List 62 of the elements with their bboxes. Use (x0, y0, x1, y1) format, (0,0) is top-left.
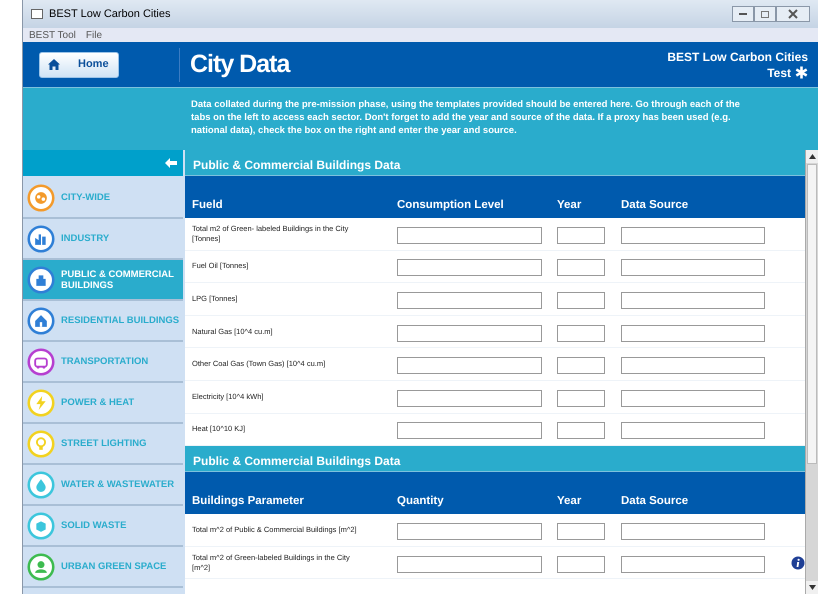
page-title: City Data (190, 48, 290, 80)
year-field[interactable] (557, 522, 605, 540)
maximize-icon (760, 10, 770, 18)
value-field[interactable] (397, 556, 542, 573)
value-field[interactable] (397, 422, 542, 440)
up-arrow-icon (808, 154, 816, 159)
window-title: BEST Low Carbon Cities (49, 6, 170, 22)
source-field[interactable] (621, 522, 765, 540)
year-field[interactable] (557, 556, 605, 573)
app-icon (31, 9, 43, 19)
menu-item[interactable]: BEST Tool (29, 28, 76, 42)
app-name: BEST Low Carbon Cities (667, 48, 808, 64)
section-title: Public & Commercial Buildings Data (185, 446, 805, 472)
value-field[interactable] (397, 390, 542, 407)
menu-item[interactable]: File (86, 28, 102, 42)
column-header: Fueld (191, 198, 224, 213)
column-header: Data Source (621, 494, 690, 509)
user-name: Test (767, 64, 791, 80)
down-arrow-icon (808, 585, 816, 590)
value-field[interactable] (397, 292, 542, 309)
column-header: Quantity (397, 494, 445, 509)
value-field[interactable] (397, 259, 542, 276)
year-field[interactable] (557, 226, 605, 244)
source-field[interactable] (621, 292, 765, 309)
year-field[interactable] (557, 390, 605, 407)
asterisk-icon (795, 66, 808, 79)
column-header: Buildings Parameter (191, 494, 305, 509)
source-field[interactable] (621, 390, 765, 407)
home-icon (48, 59, 60, 70)
year-field[interactable] (557, 357, 605, 374)
value-field[interactable] (397, 226, 542, 244)
value-field[interactable] (397, 522, 542, 540)
source-field[interactable] (621, 324, 765, 342)
minimize-button[interactable] (732, 6, 754, 22)
column-header: Consumption Level (397, 198, 505, 213)
maximize-button[interactable] (754, 6, 776, 22)
year-field[interactable] (557, 422, 605, 440)
year-field[interactable] (557, 324, 605, 342)
minimize-icon (738, 12, 748, 16)
info-icon[interactable] (791, 556, 805, 570)
column-header: Year (557, 198, 582, 213)
value-field[interactable] (397, 357, 542, 374)
close-button[interactable] (776, 6, 810, 22)
source-field[interactable] (621, 259, 765, 276)
section-title: Public & Commercial Buildings Data (185, 150, 805, 176)
intro-text: Data collated during the pre-mission phase, using the templates provided should be entered here. Go through each of the tabs on the left to access each sector. Don't forget to add the year and source of the data. If a proxy has been used (e.g. national data), check the box on the right and enter the year and source. (191, 98, 741, 137)
source-field[interactable] (621, 556, 765, 573)
back-arrow-icon[interactable] (165, 158, 177, 168)
sidebar-item[interactable]: PUBLIC & COMMERCIAL BUILDINGS (23, 260, 183, 301)
source-field[interactable] (621, 422, 765, 440)
source-field[interactable] (621, 226, 765, 244)
year-field[interactable] (557, 259, 605, 276)
year-field[interactable] (557, 292, 605, 309)
column-header: Year (557, 494, 582, 509)
column-header: Data Source (621, 198, 690, 213)
home-button[interactable]: Home (39, 52, 119, 78)
scrollbar-thumb[interactable] (807, 164, 817, 464)
scroll-down-button[interactable] (806, 581, 818, 594)
scroll-up-button[interactable] (806, 150, 818, 163)
source-field[interactable] (621, 357, 765, 374)
close-icon (788, 9, 798, 19)
value-field[interactable] (397, 324, 542, 342)
